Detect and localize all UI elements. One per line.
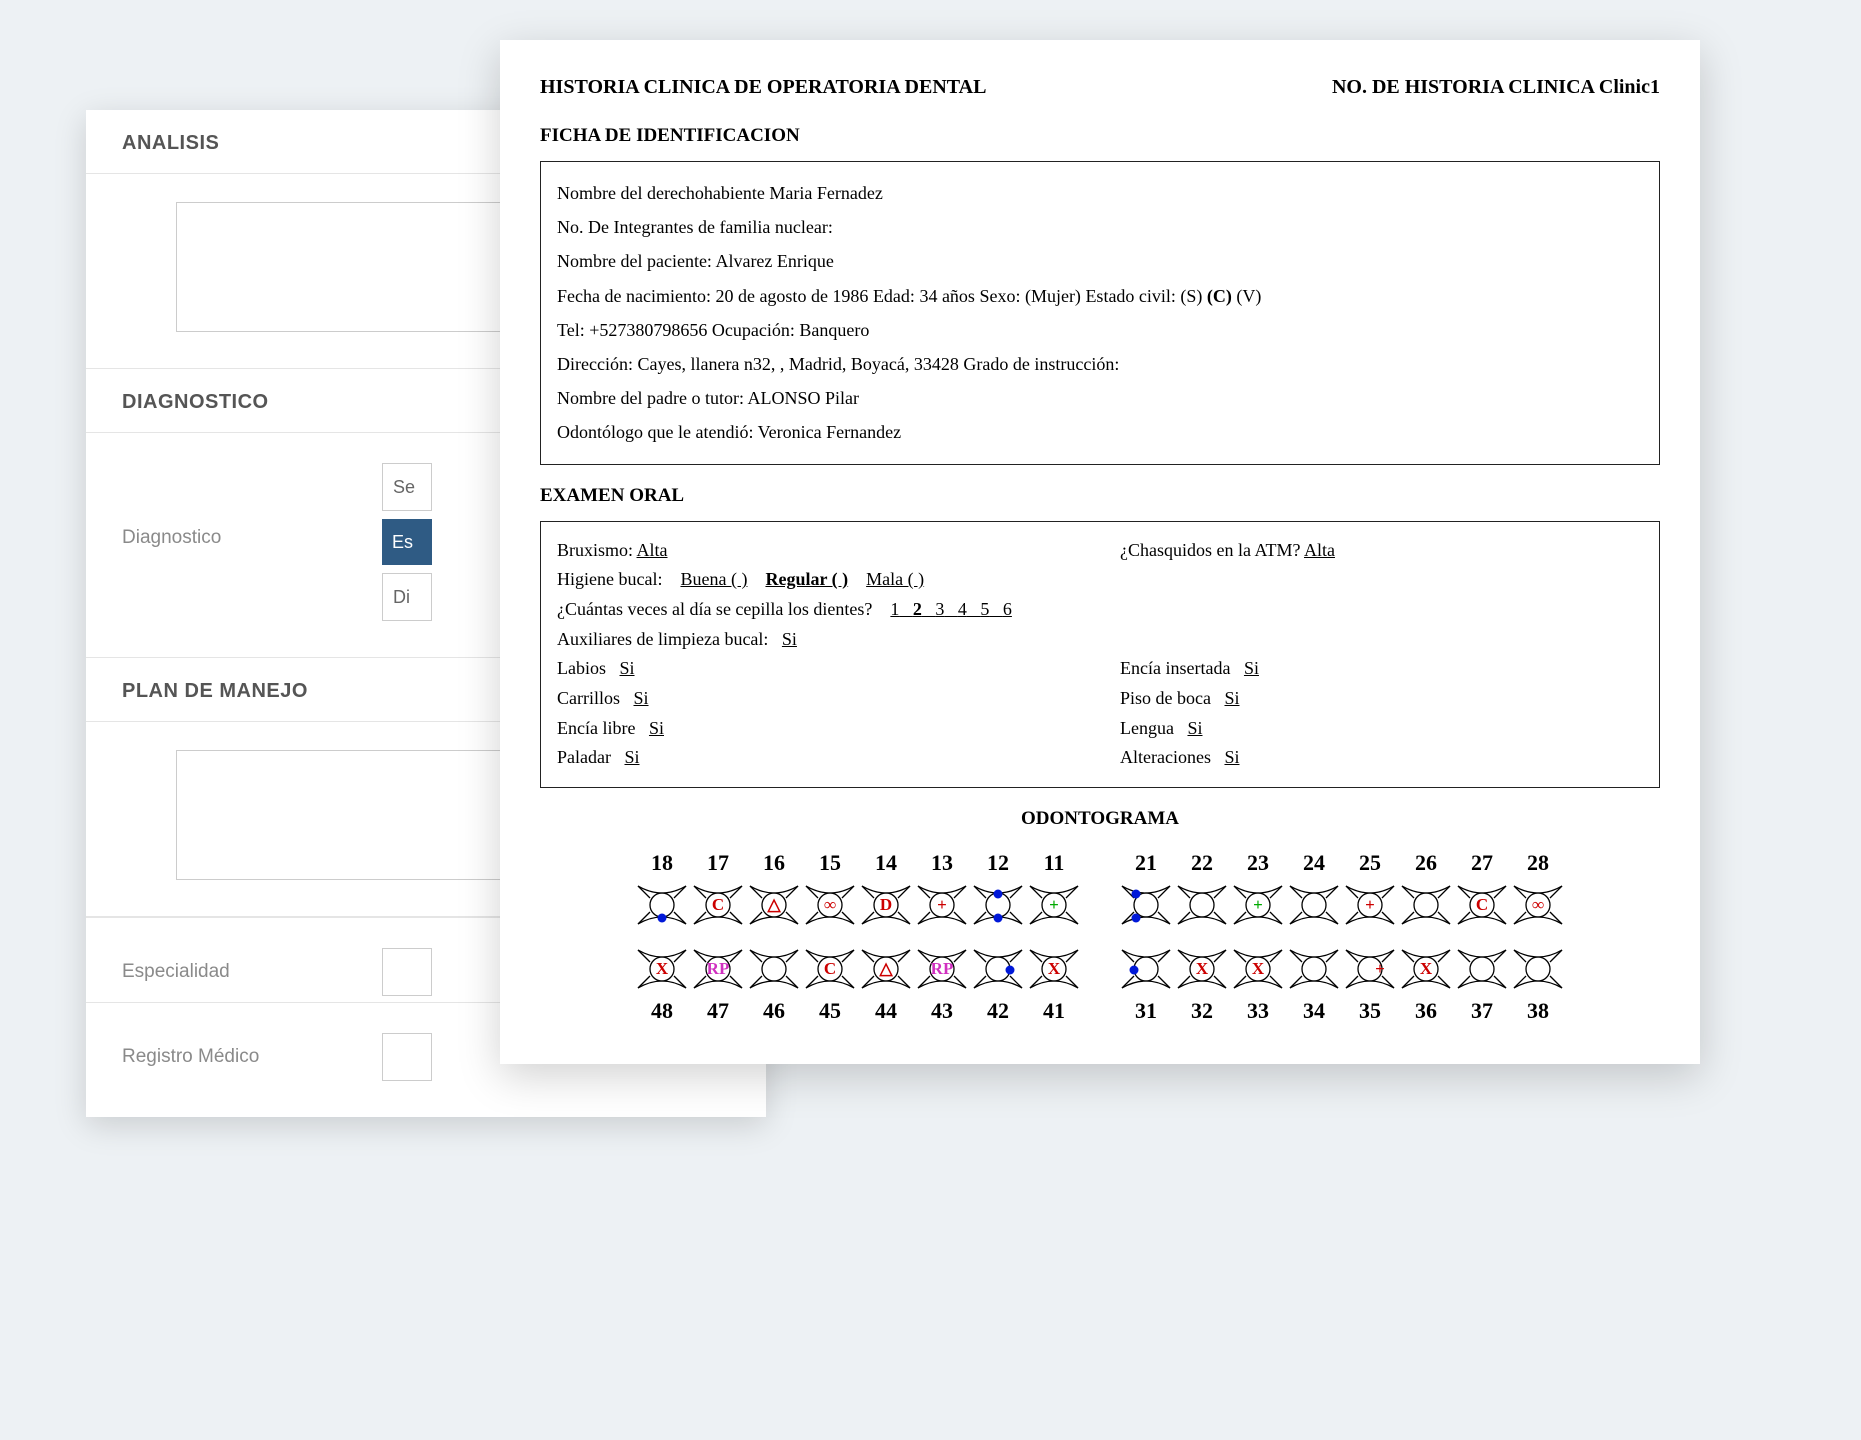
- tooth-number: 24: [1286, 850, 1342, 876]
- odontogram-left: 1817161514131211 C: [634, 850, 1082, 1024]
- tooth-number: 11: [1026, 850, 1082, 876]
- tooth-icon: △: [746, 876, 802, 934]
- tooth-number: 33: [1230, 998, 1286, 1024]
- tooth-icon: C: [1454, 876, 1510, 934]
- tooth-number: 42: [970, 998, 1026, 1024]
- tooth-number: 38: [1510, 998, 1566, 1024]
- tooth-icon: [746, 940, 802, 998]
- doc-title-right: NO. DE HISTORIA CLINICA Clinic1: [1332, 76, 1660, 99]
- ficha-title: FICHA DE IDENTIFICACION: [540, 125, 1660, 147]
- registro-input[interactable]: [382, 1033, 432, 1081]
- tooth-icon: [1286, 876, 1342, 934]
- tooth-number: 44: [858, 998, 914, 1024]
- tooth-number: 27: [1454, 850, 1510, 876]
- tooth-icon: X: [1174, 940, 1230, 998]
- tooth-number: 16: [746, 850, 802, 876]
- tooth-number: 36: [1398, 998, 1454, 1024]
- tooth-icon: [1118, 940, 1174, 998]
- tooth-number: 17: [690, 850, 746, 876]
- tooth-number: 22: [1174, 850, 1230, 876]
- diag-option-1[interactable]: Se: [382, 463, 432, 511]
- tooth-icon: [1286, 940, 1342, 998]
- diag-option-3[interactable]: Di: [382, 573, 432, 621]
- odontogram-right: 2122232425262728: [1118, 850, 1566, 1024]
- tooth-icon: ∞: [1510, 876, 1566, 934]
- registro-label: Registro Médico: [122, 1046, 382, 1068]
- especialidad-input[interactable]: [382, 948, 432, 996]
- tooth-number: 41: [1026, 998, 1082, 1024]
- tooth-number: 45: [802, 998, 858, 1024]
- tooth-icon: [1398, 876, 1454, 934]
- tooth-icon: [634, 876, 690, 934]
- tooth-icon: D: [858, 876, 914, 934]
- plan-textarea[interactable]: [176, 750, 536, 880]
- tooth-icon: C: [802, 940, 858, 998]
- tooth-number: 25: [1342, 850, 1398, 876]
- identification-box: Nombre del derechohabiente Maria Fernade…: [540, 161, 1660, 465]
- tooth-icon: +: [1026, 876, 1082, 934]
- tooth-icon: X: [634, 940, 690, 998]
- tooth-icon: X: [1026, 940, 1082, 998]
- diagnostico-label: Diagnostico: [122, 527, 382, 549]
- tooth-number: 26: [1398, 850, 1454, 876]
- tooth-icon: +: [1230, 876, 1286, 934]
- tooth-icon: [1510, 940, 1566, 998]
- tooth-number: 37: [1454, 998, 1510, 1024]
- tooth-icon: +: [914, 876, 970, 934]
- tooth-icon: [1118, 876, 1174, 934]
- tooth-number: 15: [802, 850, 858, 876]
- tooth-number: 14: [858, 850, 914, 876]
- analisis-textarea[interactable]: [176, 202, 536, 332]
- tooth-number: 23: [1230, 850, 1286, 876]
- tooth-icon: +: [1342, 940, 1398, 998]
- odontograma-title: ODONTOGRAMA: [540, 808, 1660, 830]
- tooth-icon: ∞: [802, 876, 858, 934]
- tooth-number: 35: [1342, 998, 1398, 1024]
- tooth-icon: X: [1398, 940, 1454, 998]
- clinical-document: HISTORIA CLINICA DE OPERATORIA DENTAL NO…: [500, 40, 1700, 1064]
- tooth-number: 21: [1118, 850, 1174, 876]
- tooth-icon: △: [858, 940, 914, 998]
- tooth-icon: C: [690, 876, 746, 934]
- examen-box: Bruxismo: Alta ¿Chasquidos en la ATM? Al…: [540, 521, 1660, 789]
- doc-title-left: HISTORIA CLINICA DE OPERATORIA DENTAL: [540, 76, 986, 99]
- tooth-icon: X: [1230, 940, 1286, 998]
- tooth-number: 34: [1286, 998, 1342, 1024]
- odontogram: 1817161514131211 C: [540, 850, 1660, 1024]
- especialidad-label: Especialidad: [122, 961, 382, 983]
- tooth-number: 47: [690, 998, 746, 1024]
- tooth-number: 43: [914, 998, 970, 1024]
- tooth-icon: +: [1342, 876, 1398, 934]
- tooth-number: 12: [970, 850, 1026, 876]
- tooth-number: 13: [914, 850, 970, 876]
- tooth-icon: [1454, 940, 1510, 998]
- tooth-icon: [1174, 876, 1230, 934]
- examen-title: EXAMEN ORAL: [540, 485, 1660, 507]
- diag-option-selected[interactable]: Es: [382, 519, 432, 565]
- tooth-number: 48: [634, 998, 690, 1024]
- tooth-icon: [970, 940, 1026, 998]
- tooth-icon: [970, 876, 1026, 934]
- tooth-number: 18: [634, 850, 690, 876]
- tooth-number: 46: [746, 998, 802, 1024]
- tooth-icon: RP: [690, 940, 746, 998]
- tooth-number: 28: [1510, 850, 1566, 876]
- tooth-icon: RP: [914, 940, 970, 998]
- tooth-number: 32: [1174, 998, 1230, 1024]
- tooth-number: 31: [1118, 998, 1174, 1024]
